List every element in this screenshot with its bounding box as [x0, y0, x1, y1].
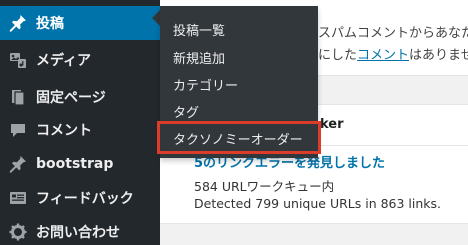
menu-item-media[interactable]: メディア [0, 43, 160, 77]
menu-label-posts: 投稿 [36, 16, 64, 32]
menu-label-pages: 固定ページ [36, 90, 106, 106]
detected-status: Detected 799 unique URLs in 863 links. [194, 196, 442, 211]
current-menu-arrow [152, 10, 160, 26]
menu-label-comments: コメント [36, 123, 92, 139]
media-icon [0, 43, 36, 77]
spam-notice-line2: にしたコメントはありません [318, 45, 468, 67]
submenu-item-categories[interactable]: カテゴリー [173, 72, 238, 96]
menu-label-media: メディア [36, 53, 92, 69]
menu-label-contact: お問い合わせ [36, 225, 120, 241]
menu-item-comments[interactable]: コメント [0, 113, 160, 147]
page-icon [0, 80, 36, 114]
menu-label-feedback: フィードバック [36, 191, 134, 207]
posts-submenu: 投稿一覧 新規追加 カテゴリー タグ タクソノミーオーダー [160, 6, 318, 158]
submenu-item-all-posts[interactable]: 投稿一覧 [173, 17, 225, 41]
menu-item-contact[interactable]: お問い合わせ [0, 215, 160, 245]
admin-sidebar: 投稿 メディア 固定ページ コメント bootstrap フィードバック お問い… [0, 0, 160, 245]
submenu-item-taxonomy-order[interactable]: タクソノミーオーダー [173, 126, 303, 150]
menu-item-feedback[interactable]: フィードバック [0, 181, 160, 215]
feedback-icon [0, 181, 36, 215]
queue-status: 584 URLワークキュー内 [194, 179, 335, 194]
submenu-item-add-new[interactable]: 新規追加 [173, 45, 225, 69]
spam-notice-suffix: はありません [409, 48, 468, 63]
menu-label-bootstrap: bootstrap [36, 156, 114, 172]
menu-item-pages[interactable]: 固定ページ [0, 80, 160, 114]
box-heading: ker [320, 117, 344, 132]
spam-notice-line1: スパムコメントからあなた [318, 26, 468, 41]
menu-item-bootstrap[interactable]: bootstrap [0, 147, 160, 181]
spam-notice: スパムコメントからあなた にしたコメントはありません [318, 23, 468, 67]
gear-icon [0, 215, 36, 245]
comments-link[interactable]: コメント [357, 48, 409, 63]
comment-icon [0, 113, 36, 147]
spam-notice-prefix: にした [318, 48, 358, 63]
pin-icon [0, 147, 36, 181]
submenu-item-tags[interactable]: タグ [173, 99, 199, 123]
pin-icon [0, 6, 36, 40]
menu-item-posts[interactable]: 投稿 [0, 6, 160, 40]
